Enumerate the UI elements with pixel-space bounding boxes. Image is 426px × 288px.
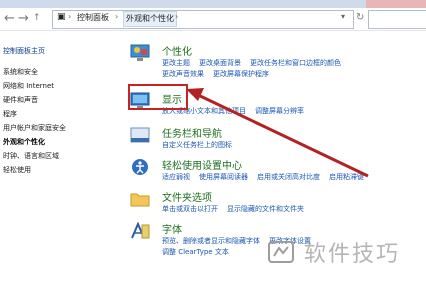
category-title[interactable]: 字体 [162, 221, 182, 236]
breadcrumb-separator: › [115, 12, 119, 21]
link-preview-fonts[interactable]: 预览、删除或者显示和隐藏字体 [162, 237, 260, 245]
breadcrumb-appearance[interactable]: 外观和个性化 [123, 11, 177, 27]
sidebar-item-appearance[interactable]: 外观和个性化 [3, 137, 45, 147]
breadcrumb-control-panel[interactable]: 控制面板 [77, 12, 109, 23]
display-highlight-box [128, 84, 188, 110]
personalization-icon [130, 44, 150, 61]
link-low-vision[interactable]: 适应弱视 [162, 173, 190, 181]
link-change-taskbar-color[interactable]: 更改任务栏和窗口边框的颜色 [250, 59, 341, 67]
sidebar-item-clock-region[interactable]: 时钟、语言和区域 [3, 151, 59, 161]
ease-of-access-icon [132, 159, 148, 175]
link-screen-reader[interactable]: 使用屏幕阅读器 [199, 173, 248, 181]
watermark-text: 软件技巧 [304, 242, 401, 267]
forward-arrow-icon[interactable]: → [18, 11, 29, 26]
link-change-background[interactable]: 更改桌面背景 [199, 59, 241, 67]
sidebar-item-home[interactable]: 控制面板主页 [3, 46, 45, 56]
sidebar-item-user-accounts[interactable]: 用户帐户和家庭安全 [3, 123, 66, 133]
folder-icon [130, 193, 150, 207]
sidebar-item-network[interactable]: 网络和 Internet [3, 81, 54, 91]
sidebar-item-system-security[interactable]: 系统和安全 [3, 67, 38, 77]
title-bar [0, 0, 426, 8]
dropdown-chevron-icon[interactable]: ▾ [341, 12, 345, 21]
link-adjust-cleartype[interactable]: 调整 ClearType 文本 [162, 248, 229, 256]
navigation-bar: ← → ↑ ▣ › 控制面板 › 外观和个性化 › ▾ ↻ [0, 8, 426, 31]
back-arrow-icon[interactable]: ← [4, 11, 15, 26]
sidebar-item-hardware-sound[interactable]: 硬件和声音 [3, 95, 38, 105]
control-panel-icon: ▣ [57, 12, 66, 22]
link-change-sounds[interactable]: 更改声音效果 [162, 70, 204, 78]
breadcrumb-separator: › [68, 12, 72, 21]
sidebar-item-ease-of-access[interactable]: 轻松使用 [3, 165, 31, 175]
search-input[interactable] [368, 10, 426, 29]
link-adjust-resolution[interactable]: 调整屏幕分辨率 [255, 107, 304, 115]
link-show-hidden-files[interactable]: 显示隐藏的文件和文件夹 [227, 205, 304, 213]
category-title[interactable]: 任务栏和导航 [162, 125, 222, 140]
category-links: 单击或双击以打开 显示隐藏的文件和文件夹 [162, 204, 313, 215]
link-customize-taskbar-icons[interactable]: 自定义任务栏上的图标 [162, 141, 232, 149]
breadcrumb-separator: › [175, 12, 179, 21]
up-arrow-icon[interactable]: ↑ [33, 13, 41, 23]
link-click-or-double-click[interactable]: 单击或双击以打开 [162, 205, 218, 213]
fonts-icon [131, 222, 150, 239]
address-bar[interactable]: ▣ › 控制面板 › 外观和个性化 › ▾ [52, 10, 354, 29]
refresh-icon[interactable]: ↻ [356, 12, 364, 23]
sidebar-item-programs[interactable]: 程序 [3, 109, 17, 119]
taskbar-icon [130, 127, 150, 143]
link-sticky-keys[interactable]: 启用粘滞键 [329, 173, 364, 181]
category-title[interactable]: 文件夹选项 [162, 189, 212, 204]
link-change-theme[interactable]: 更改主题 [162, 59, 190, 67]
watermark-logo-icon [268, 241, 294, 263]
category-title[interactable]: 个性化 [162, 43, 192, 58]
category-links: 更改主题 更改桌面背景 更改任务栏和窗口边框的颜色 更改声音效果 更改屏幕保护程序 [162, 58, 350, 80]
category-links: 自定义任务栏上的图标 [162, 140, 241, 151]
link-change-screensaver[interactable]: 更改屏幕保护程序 [213, 70, 269, 78]
category-title[interactable]: 轻松使用设置中心 [162, 157, 242, 172]
link-high-contrast[interactable]: 启用或关闭高对比度 [257, 173, 320, 181]
category-links: 预览、删除或者显示和隐藏字体 更改字体设置 调整 ClearType 文本 [162, 236, 320, 258]
category-links: 适应弱视 使用屏幕阅读器 启用或关闭高对比度 启用粘滞键 [162, 172, 373, 183]
title-bar-accent [366, 0, 426, 8]
